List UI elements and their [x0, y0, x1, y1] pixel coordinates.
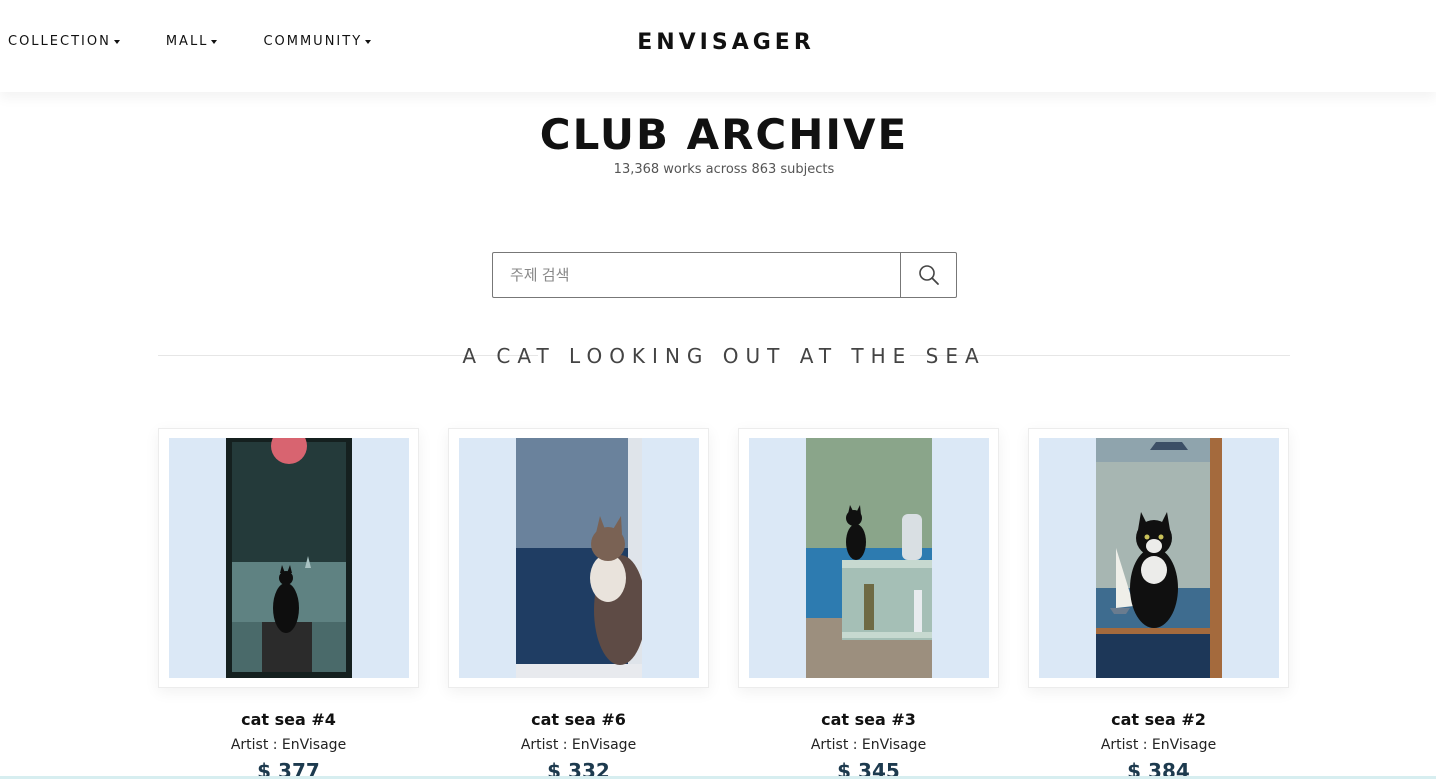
artwork-frame[interactable]: [448, 428, 709, 688]
cat-painting-ocean: [516, 438, 642, 678]
artwork-frame[interactable]: [1028, 428, 1289, 688]
cat-painting-sailboat: [1096, 438, 1222, 678]
artwork-title[interactable]: cat sea #2: [1028, 710, 1289, 729]
artwork-frame[interactable]: [158, 428, 419, 688]
artwork-card[interactable]: cat sea #3 Artist : EnVisage $ 345: [738, 428, 999, 779]
section-divider: A CAT LOOKING OUT AT THE SEA: [158, 344, 1290, 368]
search-bar: [492, 252, 957, 298]
artwork-artist: Artist : EnVisage: [1100, 737, 1217, 753]
artwork-artist: Artist : EnVisage: [520, 737, 637, 753]
cat-painting-moon: [226, 438, 352, 678]
artwork-image[interactable]: [1039, 438, 1279, 678]
artwork-title[interactable]: cat sea #3: [738, 710, 999, 729]
site-logo[interactable]: ENVISAGER: [0, 30, 1436, 55]
search-icon: [918, 265, 939, 285]
artwork-card[interactable]: cat sea #2 Artist : EnVisage $ 384: [1028, 428, 1289, 779]
artwork-frame[interactable]: [738, 428, 999, 688]
artwork-artist: Artist : EnVisage: [810, 737, 927, 753]
search-button[interactable]: [901, 252, 957, 298]
artwork-title[interactable]: cat sea #4: [158, 710, 419, 729]
page-title: CLUB ARCHIVE: [539, 110, 909, 159]
section-theme-title: A CAT LOOKING OUT AT THE SEA: [462, 344, 986, 368]
artwork-image[interactable]: [169, 438, 409, 678]
cat-painting-shelf: [806, 438, 932, 678]
artwork-card[interactable]: cat sea #6 Artist : EnVisage $ 332: [448, 428, 709, 779]
artwork-image[interactable]: [749, 438, 989, 678]
artwork-image[interactable]: [459, 438, 699, 678]
site-header: COLLECTION MALL COMMUNITY ENVISAGER: [0, 0, 1436, 92]
search-input[interactable]: [492, 252, 901, 298]
artwork-title[interactable]: cat sea #6: [448, 710, 709, 729]
page-subtitle: 13,368 works across 863 subjects: [613, 162, 835, 177]
artwork-artist: Artist : EnVisage: [230, 737, 347, 753]
artwork-card[interactable]: cat sea #4 Artist : EnVisage $ 377: [158, 428, 419, 779]
